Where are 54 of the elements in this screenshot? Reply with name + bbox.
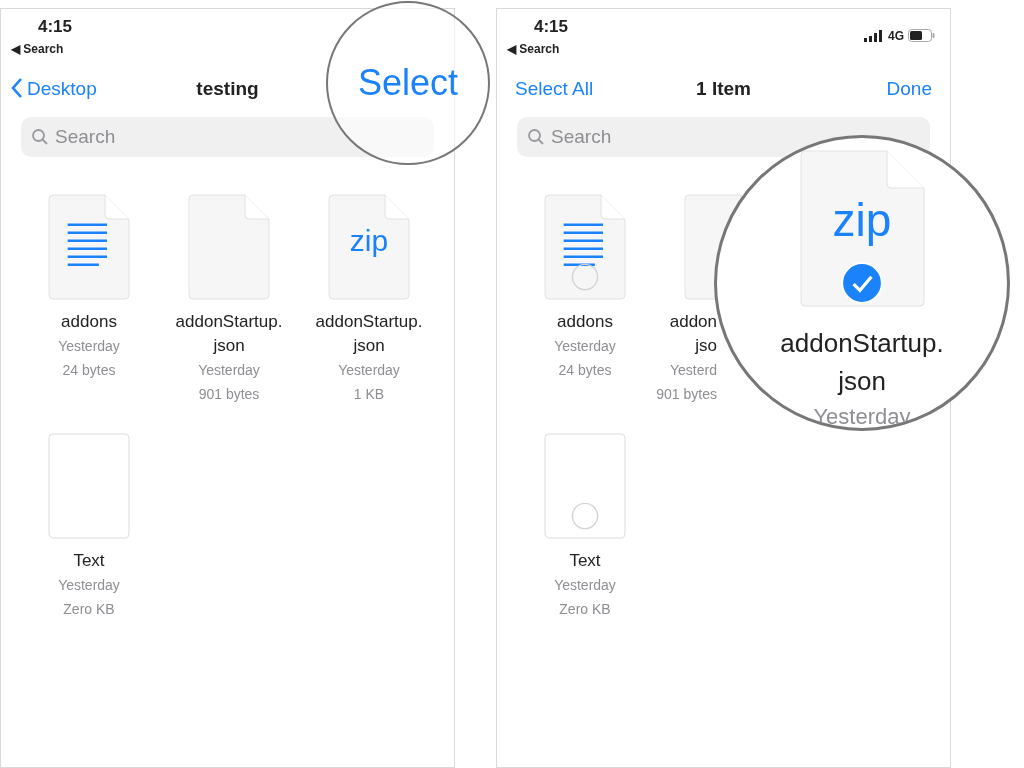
file-name: addonStartup. xyxy=(315,311,423,333)
file-name: addons xyxy=(61,311,117,333)
done-button[interactable]: Done xyxy=(886,78,932,98)
search-icon xyxy=(527,128,545,146)
file-name: json xyxy=(213,335,245,357)
nav-title: testing xyxy=(196,78,259,98)
select-all-button[interactable]: Select All xyxy=(515,78,594,98)
document-icon xyxy=(48,433,130,539)
file-name: addons xyxy=(557,311,613,333)
search-icon xyxy=(31,128,49,146)
file-size: 24 bytes xyxy=(62,361,116,380)
network-label: 4G xyxy=(888,29,904,42)
zip-label: zip xyxy=(831,197,893,244)
file-name: addonStartup. xyxy=(780,327,944,360)
file-date: Yesterday xyxy=(813,403,911,428)
file-size: Zero KB xyxy=(63,600,115,619)
zip-label: zip xyxy=(348,225,390,256)
file-size: 901 bytes xyxy=(656,385,717,404)
status-time: 4:15 xyxy=(38,17,73,37)
file-name: Text xyxy=(73,550,105,572)
file-name: jso xyxy=(695,335,717,357)
document-icon xyxy=(328,194,410,300)
file-date: Yesterday xyxy=(338,361,400,380)
file-name: json xyxy=(353,335,385,357)
document-icon xyxy=(48,194,130,300)
back-to-search-link[interactable]: ◀ Search xyxy=(507,42,560,56)
search-field[interactable]: Search xyxy=(21,117,434,157)
file-date: Yesterday xyxy=(554,337,616,356)
nav-title: 1 Item xyxy=(696,78,751,98)
file-size: 24 bytes xyxy=(558,361,612,380)
document-icon xyxy=(799,150,925,307)
file-name: json xyxy=(838,365,886,398)
status-time: 4:15 xyxy=(534,17,569,37)
back-button[interactable]: Desktop xyxy=(11,77,97,99)
file-size: Zero KB xyxy=(559,600,611,619)
file-date: Yesterday xyxy=(198,361,260,380)
file-date: Yesterd xyxy=(670,361,717,380)
document-icon xyxy=(544,433,626,539)
back-to-search-link[interactable]: ◀ Search xyxy=(11,42,64,56)
file-date: Yesterday xyxy=(554,576,616,595)
file-size: 1 KB xyxy=(353,385,385,404)
document-icon xyxy=(188,194,270,300)
chevron-left-icon xyxy=(11,77,23,99)
signal-icon xyxy=(864,29,884,42)
file-name: addon xyxy=(669,311,717,333)
document-icon xyxy=(544,194,626,300)
file-date: Yesterday xyxy=(58,337,120,356)
select-button[interactable]: Select xyxy=(357,65,459,101)
file-size: 901 bytes xyxy=(198,385,260,404)
file-date: Yesterday xyxy=(58,576,120,595)
selection-circle[interactable] xyxy=(571,263,599,291)
battery-icon xyxy=(908,29,935,42)
file-name: Text xyxy=(569,550,601,572)
file-name: addonStartup. xyxy=(175,311,283,333)
